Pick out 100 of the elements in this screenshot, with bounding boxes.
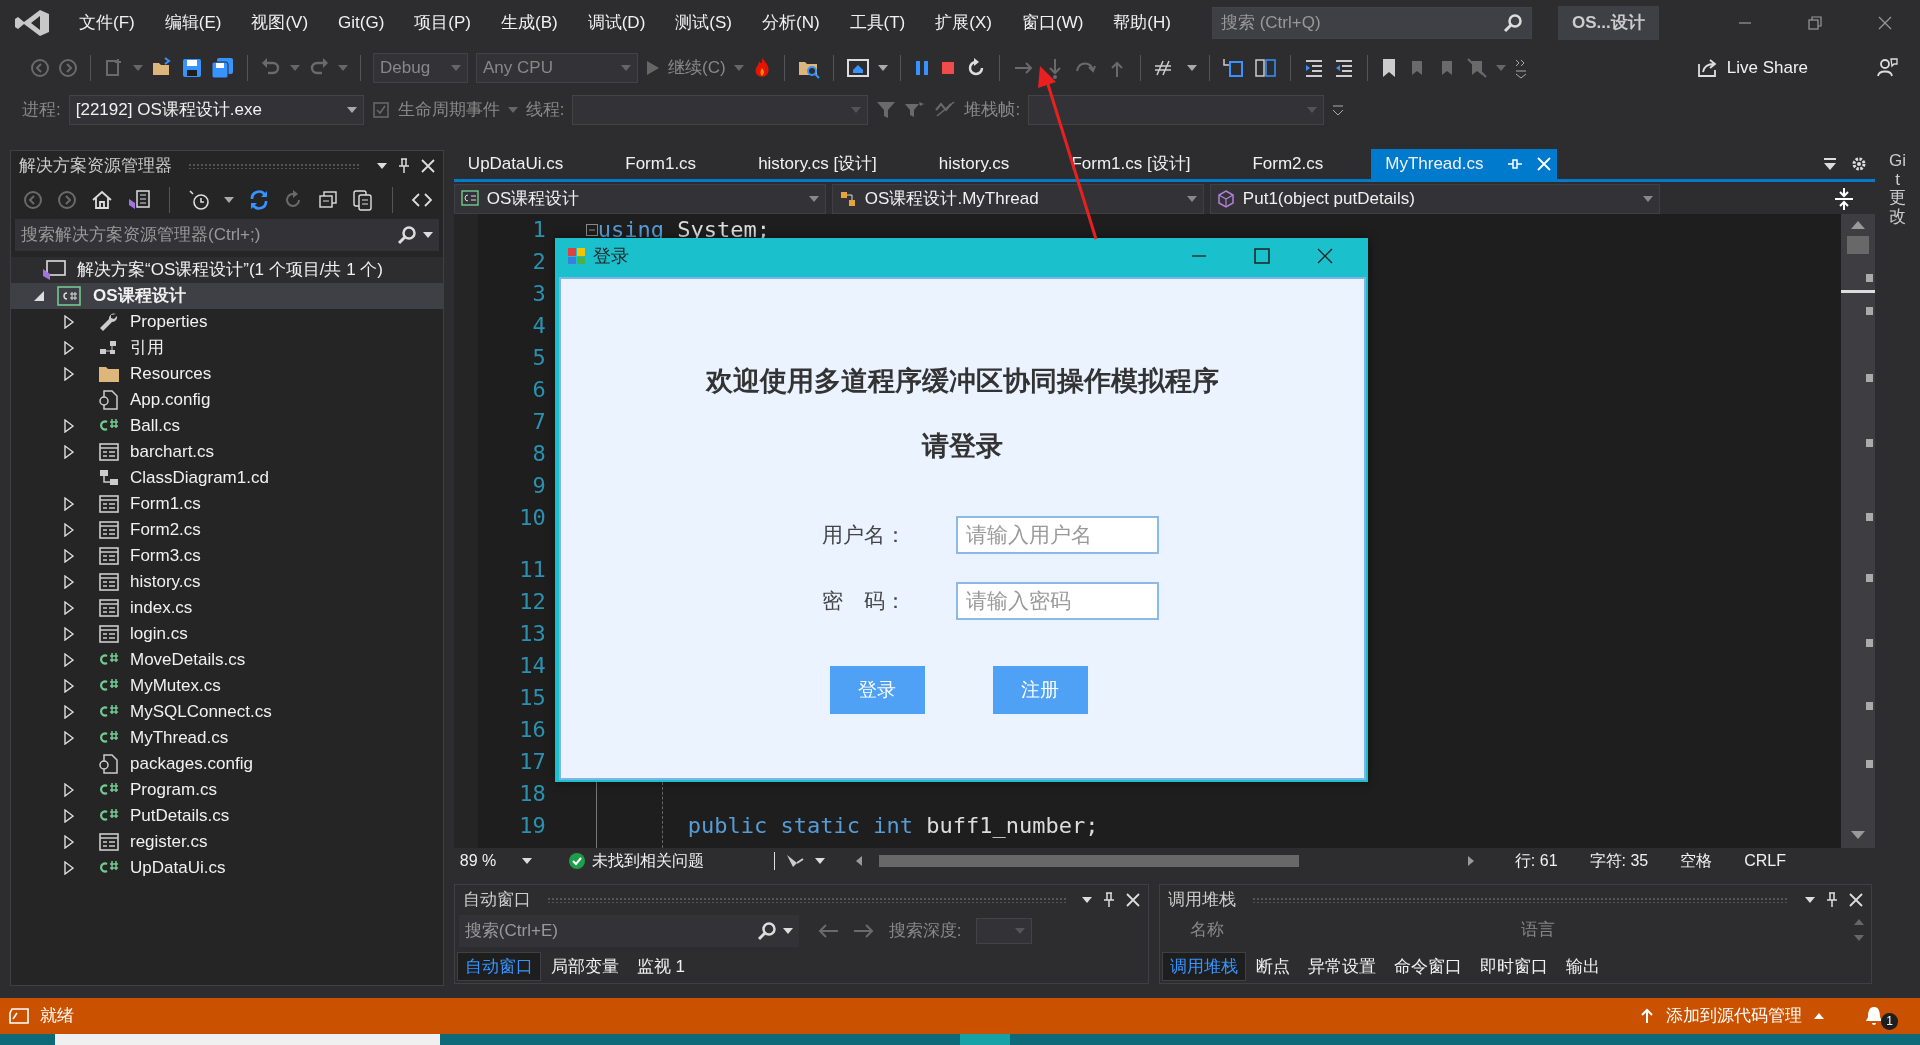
tree-item[interactable]: App.config [11,387,443,413]
status-text[interactable]: 行: 61 [1514,849,1558,873]
caret-icon[interactable] [521,858,532,864]
status-text[interactable]: CRLF [1744,849,1786,873]
menu-item[interactable]: 项目(P) [399,10,486,36]
status-text[interactable]: 空格 [1680,849,1713,873]
tree-item[interactable]: PutDetails.cs [11,803,443,829]
caret-icon[interactable] [782,928,793,934]
split-window-icon[interactable] [1833,187,1856,211]
expand-triangle-icon[interactable] [64,653,74,667]
copy-files-icon[interactable] [352,189,374,211]
document-tab[interactable]: Form2.cs [1238,149,1338,179]
back-arrow-icon[interactable] [816,923,839,939]
thread-list-icon[interactable] [1221,57,1246,79]
scrollbar-arrows-icon[interactable] [1852,917,1865,943]
caret-icon[interactable] [346,107,357,113]
brush-icon[interactable] [784,853,805,869]
scroll-right-icon[interactable] [1466,855,1475,867]
panel-tab[interactable]: 局部变量 [542,951,627,981]
pin-icon[interactable] [1101,892,1116,908]
filter-icon[interactable] [876,100,897,120]
side-panel-tab[interactable]: Git 更改 [1889,152,1907,227]
expand-triangle-icon[interactable] [64,783,74,797]
menu-item[interactable]: 视图(V) [236,10,324,36]
expand-triangle-icon[interactable] [64,315,74,329]
status-text[interactable]: 字符: 35 [1589,849,1649,873]
maximize-icon[interactable] [1252,247,1271,265]
restore-icon[interactable] [1807,15,1823,31]
expand-triangle-icon[interactable] [64,731,74,745]
browser-home-icon[interactable] [845,57,870,79]
project-node[interactable]: OS课程设计 [11,283,443,309]
scroll-down-icon[interactable] [1850,830,1867,840]
document-tab[interactable]: history.cs [设计] [744,149,891,179]
input-field[interactable]: 请输入密码 [956,582,1159,620]
panel-tab[interactable]: 即时窗口 [1471,951,1556,981]
expand-triangle-icon[interactable] [64,601,74,615]
parallel-stacks-icon[interactable] [1253,57,1278,79]
navigation-dropdown[interactable]: Put1(object putDetails) [1209,184,1660,214]
tree-item[interactable]: UpDataUi.cs [11,855,443,881]
menu-item[interactable]: 分析(N) [746,10,835,36]
tree-item[interactable]: Ball.cs [11,413,443,439]
menu-item[interactable]: Git(G) [323,10,400,36]
save-all-icon[interactable] [211,57,235,79]
panel-tab[interactable]: 自动窗口 [456,951,541,981]
expand-triangle-icon[interactable] [64,341,74,355]
tree-item[interactable]: MyMutex.cs [11,673,443,699]
column-header[interactable]: 语言 [1521,917,1556,943]
scroll-left-icon[interactable] [854,855,863,867]
expand-triangle-icon[interactable] [64,445,74,459]
caret-icon[interactable] [877,65,888,71]
expand-triangle-icon[interactable] [64,627,74,641]
overflow-icon[interactable] [1513,57,1528,79]
menu-item[interactable]: 测试(S) [660,10,747,36]
expanded-triangle-icon[interactable] [33,290,45,302]
panel-tab[interactable]: 异常设置 [1299,951,1384,981]
lifecycle-events-label[interactable]: 生命周期事件 [397,97,500,123]
expand-triangle-icon[interactable] [64,705,74,719]
document-tab[interactable]: UpDataUi.cs [453,149,578,179]
document-tab[interactable]: history.cs [924,149,1024,179]
tree-item[interactable]: Resources [11,361,443,387]
expand-triangle-icon[interactable] [64,861,74,875]
input-field[interactable]: 请输入用户名 [956,516,1159,554]
caret-icon[interactable] [224,197,234,203]
platform-dropdown[interactable]: Any CPU [476,53,638,83]
notifications-button[interactable]: 1 [1864,1002,1898,1030]
document-tab[interactable]: Form1.cs [611,149,711,179]
live-share-button[interactable]: Live Share [1696,55,1808,81]
search-field[interactable]: 搜索 (Ctrl+Q) [1211,7,1532,39]
tree-item[interactable]: Properties [11,309,443,335]
pending-changes-icon[interactable] [188,189,210,211]
tree-item[interactable]: register.cs [11,829,443,855]
solution-view-icon[interactable] [127,189,151,211]
panel-tab[interactable]: 调用堆栈 [1161,951,1246,981]
search-field[interactable]: 搜索(Ctrl+E) [458,915,799,947]
source-control-button[interactable]: 添加到源代码管理 [1640,1003,1824,1029]
tree-item[interactable]: index.cs [11,595,443,621]
tree-item[interactable]: Form3.cs [11,543,443,569]
tree-item[interactable]: Form1.cs [11,491,443,517]
tree-item[interactable]: barchart.cs [11,439,443,465]
issues-indicator[interactable]: 未找到相关问题 [567,849,704,873]
menu-item[interactable]: 文件(F) [64,10,150,36]
configuration-dropdown[interactable]: Debug [373,53,468,83]
caret-icon[interactable] [1081,897,1092,903]
panel-tab[interactable]: 输出 [1557,951,1608,981]
tree-item[interactable]: 引用 [11,335,443,361]
menu-item[interactable]: 工具(T) [834,10,921,36]
pin-icon[interactable] [396,158,411,174]
panel-tab[interactable]: 监视 1 [628,951,694,981]
panel-tab[interactable]: 断点 [1247,951,1298,981]
navigation-dropdown[interactable]: OS课程设计 [453,184,826,214]
pin-icon[interactable] [1824,892,1839,908]
process-dropdown[interactable]: [22192] OS课程设计.exe [68,95,364,125]
expand-triangle-icon[interactable] [64,523,74,537]
clear-bookmarks-icon[interactable] [1465,57,1488,79]
tree-item[interactable]: MySQLConnect.cs [11,699,443,725]
scrollbar-thumb[interactable] [878,855,1299,867]
output-window-icon[interactable] [8,1007,30,1025]
tree-item[interactable]: history.cs [11,569,443,595]
save-icon[interactable] [181,57,203,79]
tree-item[interactable]: login.cs [11,621,443,647]
